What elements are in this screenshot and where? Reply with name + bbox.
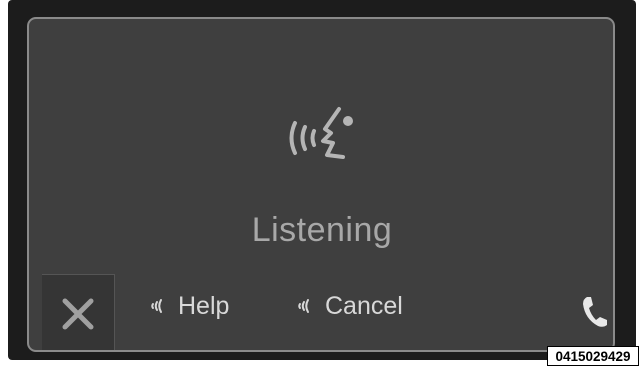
voice-speaking-icon [285, 103, 369, 173]
close-button[interactable] [42, 274, 115, 350]
cancel-voice-command[interactable]: Cancel [297, 288, 403, 324]
voice-cue-icon [298, 299, 309, 313]
listening-status-text: Listening [251, 211, 393, 249]
cancel-label: Cancel [325, 291, 403, 320]
phone-button[interactable] [579, 295, 609, 329]
voice-cue-icon [151, 299, 162, 313]
help-label: Help [178, 291, 230, 320]
phone-handset-icon [583, 297, 607, 327]
close-x-icon [62, 298, 94, 330]
figure-id-label: 0415029429 [547, 346, 639, 366]
help-voice-command[interactable]: Help [150, 288, 229, 324]
voice-recognition-screen: Listening Help Cancel [27, 17, 615, 352]
page-root: Listening Help Cancel 0415029429 [0, 0, 644, 369]
